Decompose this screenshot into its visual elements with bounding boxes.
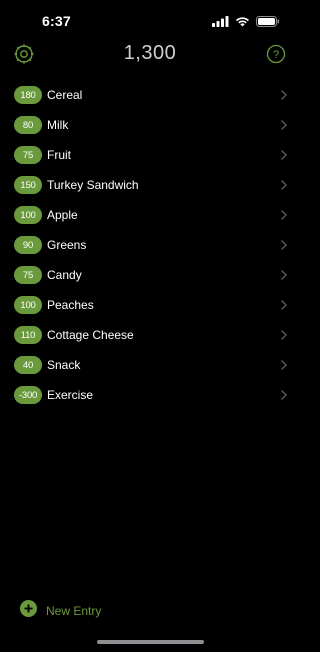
chevron-right-icon [280, 269, 288, 281]
entry-name: Fruit [47, 148, 71, 162]
chevron-right-icon [280, 329, 288, 341]
calorie-badge: 80 [14, 116, 42, 134]
entry-name: Cereal [47, 88, 83, 102]
chevron-right-icon [280, 209, 288, 221]
list-item[interactable]: 100 Apple [0, 200, 300, 230]
calorie-badge: 40 [14, 356, 42, 374]
calorie-badge: 90 [14, 236, 42, 254]
chevron-right-icon [280, 89, 288, 101]
header: 1,300 ? [0, 38, 300, 70]
entry-name: Peaches [47, 298, 94, 312]
home-indicator [97, 640, 204, 644]
svg-text:?: ? [273, 49, 279, 61]
chevron-right-icon [280, 119, 288, 131]
status-icons [212, 14, 280, 32]
wifi-icon [235, 14, 250, 32]
list-item[interactable]: -300 Exercise [0, 380, 300, 410]
list-item[interactable]: 75 Candy [0, 260, 300, 290]
chevron-right-icon [280, 389, 288, 401]
chevron-right-icon [280, 149, 288, 161]
list-item[interactable]: 150 Turkey Sandwich [0, 170, 300, 200]
entry-name: Exercise [47, 388, 94, 402]
list-item[interactable]: 100 Peaches [0, 290, 300, 320]
calorie-badge: 100 [14, 206, 42, 224]
entry-name: Candy [47, 268, 82, 282]
plus-circle-icon [20, 600, 37, 622]
calorie-total: 1,300 [123, 42, 177, 64]
entry-name: Snack [47, 358, 81, 372]
calorie-badge: 110 [14, 326, 42, 344]
chevron-right-icon [280, 299, 288, 311]
signal-icon [212, 14, 229, 32]
list-item[interactable]: 180 Cereal [0, 80, 300, 110]
battery-icon [256, 14, 280, 32]
chevron-right-icon [280, 239, 288, 251]
list-item[interactable]: 90 Greens [0, 230, 300, 260]
help-icon[interactable]: ? [264, 42, 288, 66]
calorie-badge: 75 [14, 146, 42, 164]
status-time: 6:37 [42, 13, 71, 29]
list-item[interactable]: 110 Cottage Cheese [0, 320, 300, 350]
entry-list: 180 Cereal 80 Milk 75 Fruit 150 Turkey S… [0, 80, 300, 410]
calorie-badge: 180 [14, 86, 42, 104]
entry-name: Greens [47, 238, 87, 252]
list-item[interactable]: 75 Fruit [0, 140, 300, 170]
entry-name: Cottage Cheese [47, 328, 134, 342]
calorie-badge: 150 [14, 176, 42, 194]
calorie-badge: 100 [14, 296, 42, 314]
new-entry-label: New Entry [46, 604, 102, 618]
chevron-right-icon [280, 359, 288, 371]
calorie-badge: -300 [14, 386, 42, 404]
entry-name: Turkey Sandwich [47, 178, 139, 192]
chevron-right-icon [280, 179, 288, 191]
entry-name: Milk [47, 118, 69, 132]
list-item[interactable]: 80 Milk [0, 110, 300, 140]
calorie-badge: 75 [14, 266, 42, 284]
new-entry-button[interactable]: New Entry [20, 600, 101, 622]
entry-name: Apple [47, 208, 78, 222]
list-item[interactable]: 40 Snack [0, 350, 300, 380]
